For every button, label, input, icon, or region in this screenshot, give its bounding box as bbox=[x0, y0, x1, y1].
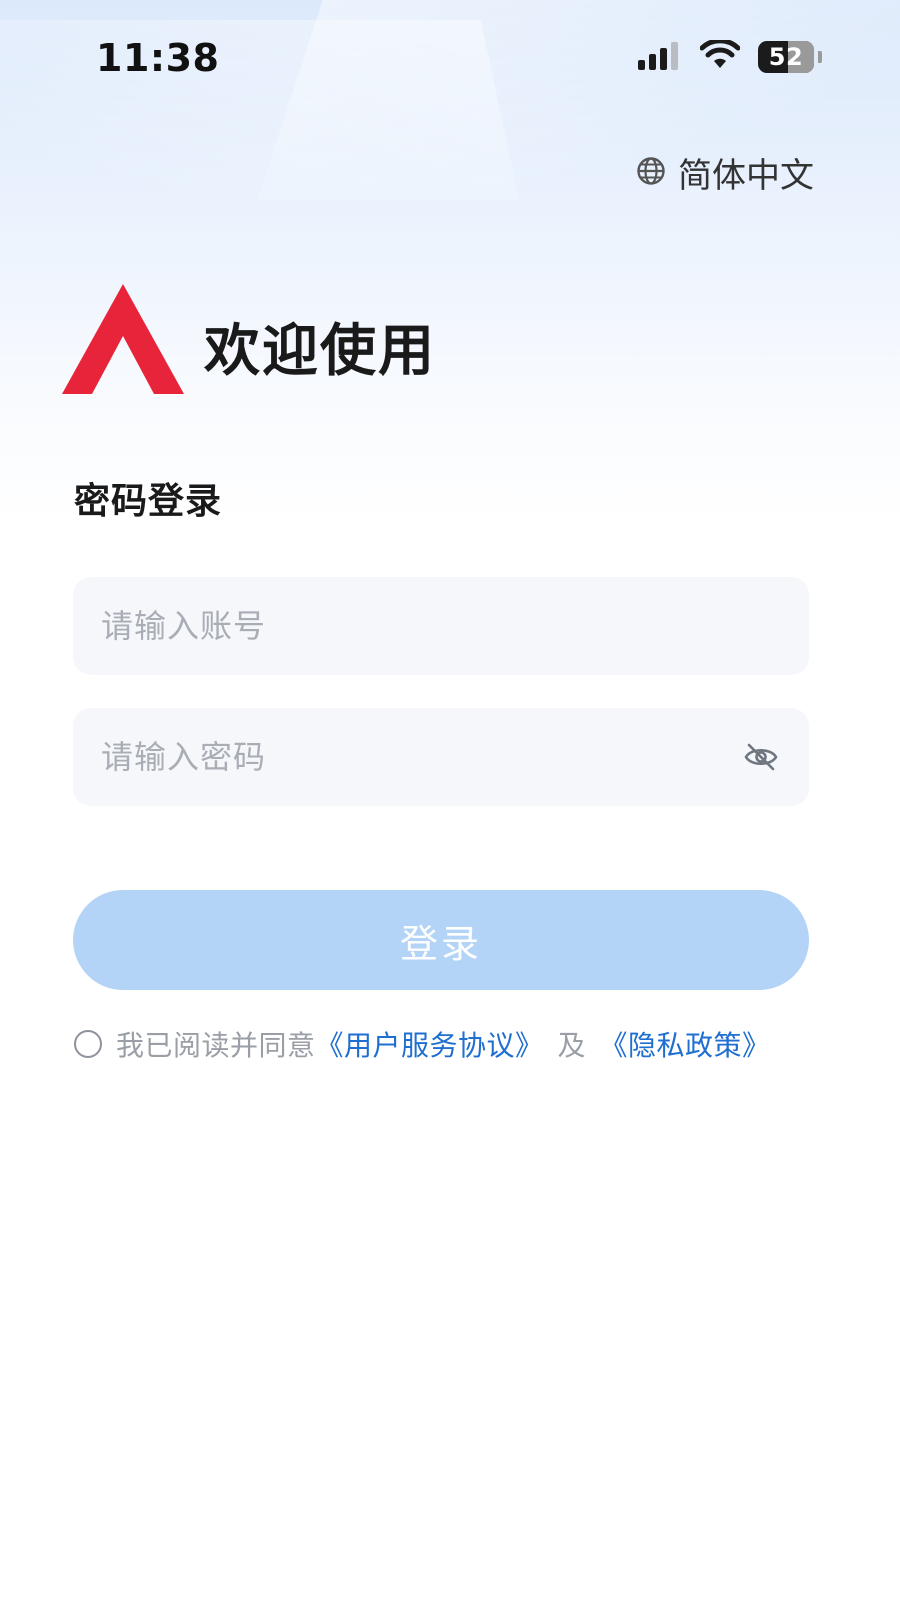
account-input[interactable] bbox=[101, 607, 781, 645]
battery-cap bbox=[818, 51, 822, 63]
wifi-icon bbox=[699, 38, 741, 74]
status-time: 11:38 bbox=[96, 36, 220, 80]
signal-icon bbox=[638, 40, 682, 74]
eye-off-icon[interactable] bbox=[741, 737, 781, 777]
agreement-checkbox[interactable] bbox=[74, 1030, 102, 1058]
agreement-row: 我已阅读并同意 《用户服务协议》 及 《隐私政策》 bbox=[74, 1024, 771, 1064]
login-method-title: 密码登录 bbox=[74, 481, 223, 522]
login-button[interactable]: 登录 bbox=[73, 890, 809, 990]
battery-level: 52 bbox=[768, 43, 804, 71]
password-field-container bbox=[73, 708, 809, 806]
password-input[interactable] bbox=[101, 738, 741, 776]
privacy-link[interactable]: 《隐私政策》 bbox=[600, 1024, 771, 1064]
language-label: 简体中文 bbox=[678, 156, 814, 196]
globe-icon bbox=[636, 156, 666, 190]
status-icons: 52 bbox=[638, 38, 822, 74]
welcome-title: 欢迎使用 bbox=[204, 319, 436, 384]
agreement-prefix: 我已阅读并同意 bbox=[116, 1029, 316, 1062]
battery-icon: 52 bbox=[758, 41, 814, 73]
terms-link[interactable]: 《用户服务协议》 bbox=[316, 1024, 544, 1064]
login-screen: 11:38 52 简体中文 欢迎使用 密码登录 请输入账号 登录 我已阅读并同意… bbox=[0, 0, 900, 1600]
background-light-shape bbox=[0, 20, 520, 200]
account-field-container bbox=[73, 577, 809, 675]
red-triangle-logo bbox=[62, 284, 184, 396]
language-selector[interactable]: 简体中文 bbox=[636, 148, 814, 197]
agreement-conjunction: 及 bbox=[557, 1029, 586, 1062]
